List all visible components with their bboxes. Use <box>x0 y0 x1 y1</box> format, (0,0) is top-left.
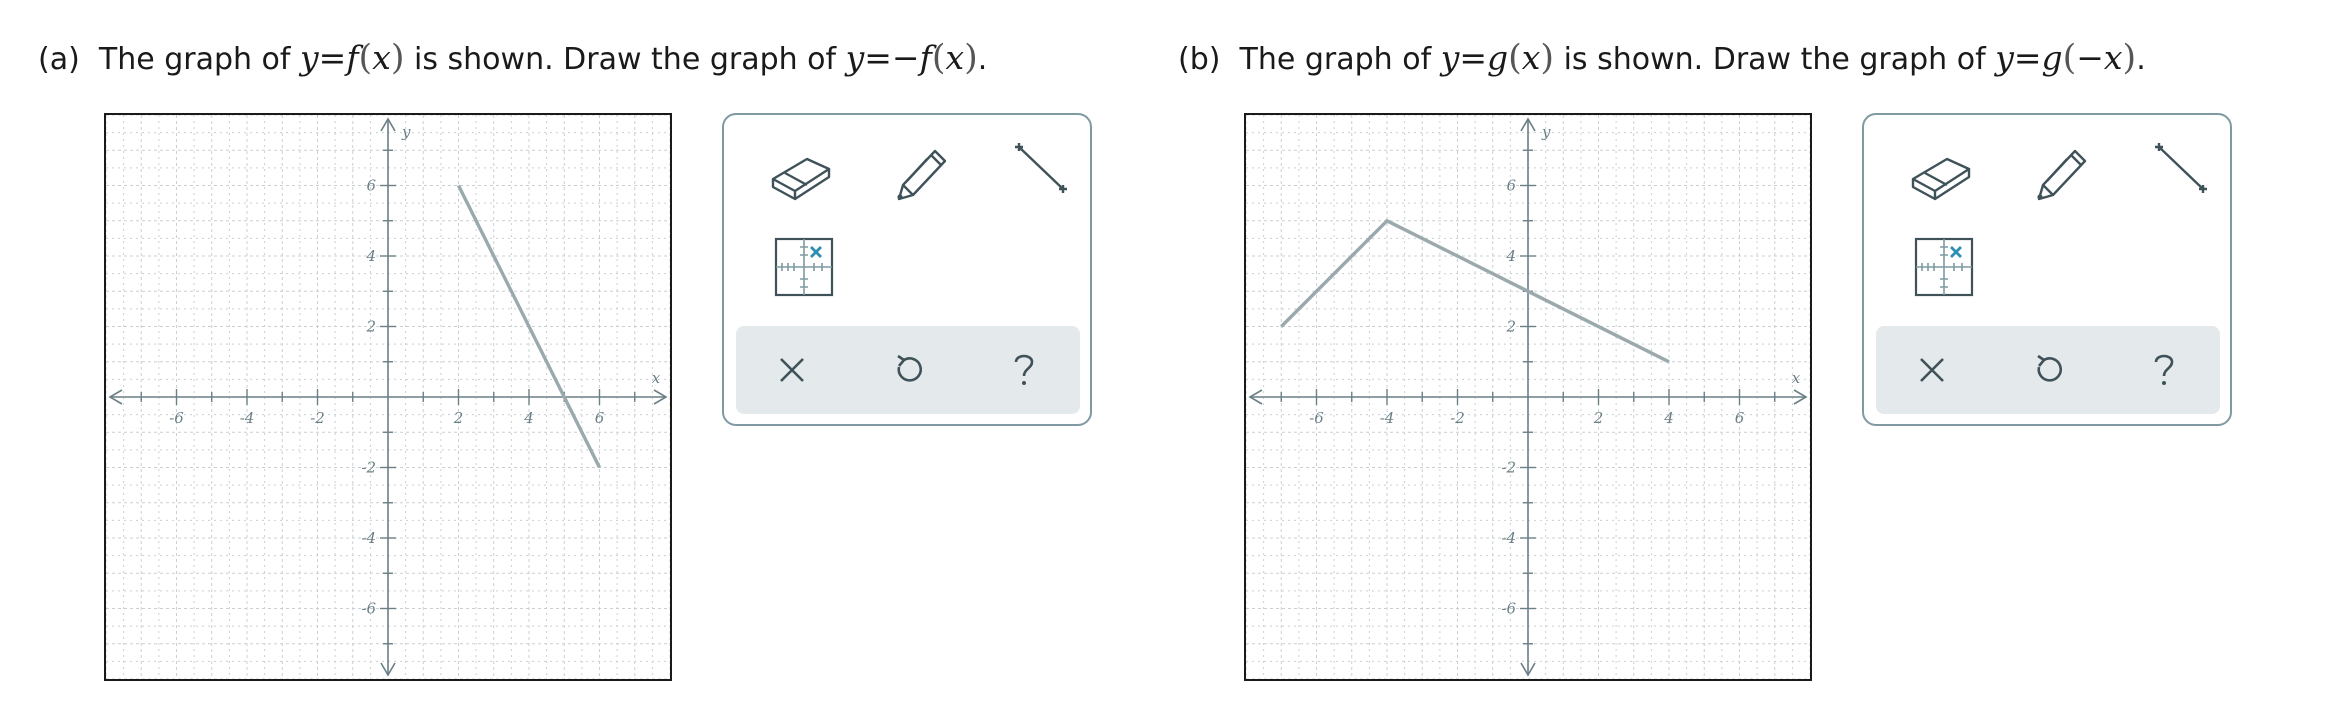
problem-b-target-arg: −x <box>2076 38 2123 77</box>
x-tick-label: 2 <box>1593 409 1604 427</box>
line-segment-tool[interactable] <box>994 137 1084 209</box>
problem-a-end: . <box>977 42 988 77</box>
x-axis-label: x <box>652 369 661 387</box>
x-tick-label: 4 <box>523 409 534 427</box>
y-tick-label: -4 <box>1501 529 1516 547</box>
x-tick-label: -6 <box>169 409 184 427</box>
problem-b-prompt: (b) The graph of y=g(x) is shown. Draw t… <box>1178 38 2146 78</box>
y-tick-label: -4 <box>361 529 376 547</box>
clear-button[interactable] <box>752 338 832 402</box>
toolbox-a <box>722 113 1092 426</box>
y-tick-label: 2 <box>365 318 376 336</box>
graph-a[interactable]: -6 -4 -2 2 4 6 6 4 2 -2 -4 -6 x y <box>104 113 672 681</box>
problem-b-end: . <box>2136 42 2146 77</box>
point-grid-icon <box>1914 237 1974 297</box>
x-tick-label: -4 <box>1380 409 1395 427</box>
problem-a-given-arg: x <box>372 38 391 77</box>
point-grid-icon <box>774 237 834 297</box>
x-tick-label: -4 <box>240 409 255 427</box>
help-button[interactable] <box>984 338 1064 402</box>
toolbox-b <box>1862 113 2232 426</box>
y-tick-label: -6 <box>1501 600 1516 618</box>
x-tick-label: -6 <box>1309 409 1324 427</box>
x-tick-label: -2 <box>1450 409 1465 427</box>
problem-a-given-lhs: y=f <box>300 38 359 77</box>
line-segment-icon <box>2155 143 2207 193</box>
undo-icon <box>897 354 922 382</box>
y-tick-label: 2 <box>1505 318 1516 336</box>
problem-a-target-lhs: y=−f <box>845 38 932 77</box>
undo-icon <box>2037 354 2062 382</box>
graph-b[interactable]: -6 -4 -2 2 4 6 6 4 2 -2 -4 -6 x y <box>1244 113 1812 681</box>
y-tick-label: 6 <box>366 177 376 195</box>
help-button[interactable] <box>2124 338 2204 402</box>
y-tick-label: -2 <box>1501 459 1516 477</box>
problem-a-label: (a) <box>38 42 80 77</box>
problem-a-prompt: (a) The graph of y=f(x) is shown. Draw t… <box>38 38 988 78</box>
problem-b-target-lhs: y=g <box>1995 38 2063 77</box>
problem-b-given-lhs: y=g <box>1440 38 1509 77</box>
x-axis-label: x <box>1792 369 1801 387</box>
x-tick-label: 4 <box>1663 409 1674 427</box>
y-tick-label: 4 <box>365 247 376 265</box>
y-tick-label: -2 <box>361 459 376 477</box>
problem-b-lead: The graph of <box>1239 42 1432 77</box>
eraser-icon <box>1911 157 1971 201</box>
y-axis-label: y <box>401 123 411 141</box>
x-tick-label: 2 <box>453 409 464 427</box>
undo-button[interactable] <box>2008 338 2088 402</box>
clear-icon <box>1920 358 1944 382</box>
problem-a-middle: is shown. Draw the graph of <box>414 42 837 77</box>
y-tick-label: -6 <box>361 600 376 618</box>
help-icon <box>2154 354 2174 385</box>
line-segment-icon <box>1015 143 1067 193</box>
pencil-icon <box>897 149 947 201</box>
line-segment-tool[interactable] <box>2134 137 2224 209</box>
x-tick-label: 6 <box>1735 409 1745 427</box>
y-tick-label: 4 <box>1505 247 1516 265</box>
pencil-tool[interactable] <box>2014 137 2104 209</box>
problem-a-lead: The graph of <box>98 42 291 77</box>
eraser-tool[interactable] <box>754 137 844 209</box>
x-tick-label: 6 <box>595 409 605 427</box>
clear-button[interactable] <box>1892 338 1972 402</box>
problem-b-label: (b) <box>1178 42 1221 77</box>
action-bar <box>1876 326 2220 414</box>
y-axis-label: y <box>1541 123 1551 141</box>
clear-icon <box>780 358 804 382</box>
problem-b-given-arg: x <box>1521 38 1541 77</box>
pencil-icon <box>2037 149 2087 201</box>
problem-b-middle: is shown. Draw the graph of <box>1563 42 1986 77</box>
point-grid-tool[interactable] <box>1894 233 1984 305</box>
undo-button[interactable] <box>868 338 948 402</box>
action-bar <box>736 326 1080 414</box>
x-tick-label: -2 <box>310 409 325 427</box>
problem-a-target-arg: x <box>945 38 965 77</box>
help-icon <box>1014 354 1034 385</box>
pencil-tool[interactable] <box>874 137 964 209</box>
point-grid-tool[interactable] <box>754 233 844 305</box>
y-tick-label: 6 <box>1506 177 1516 195</box>
eraser-icon <box>771 157 831 201</box>
eraser-tool[interactable] <box>1894 137 1984 209</box>
